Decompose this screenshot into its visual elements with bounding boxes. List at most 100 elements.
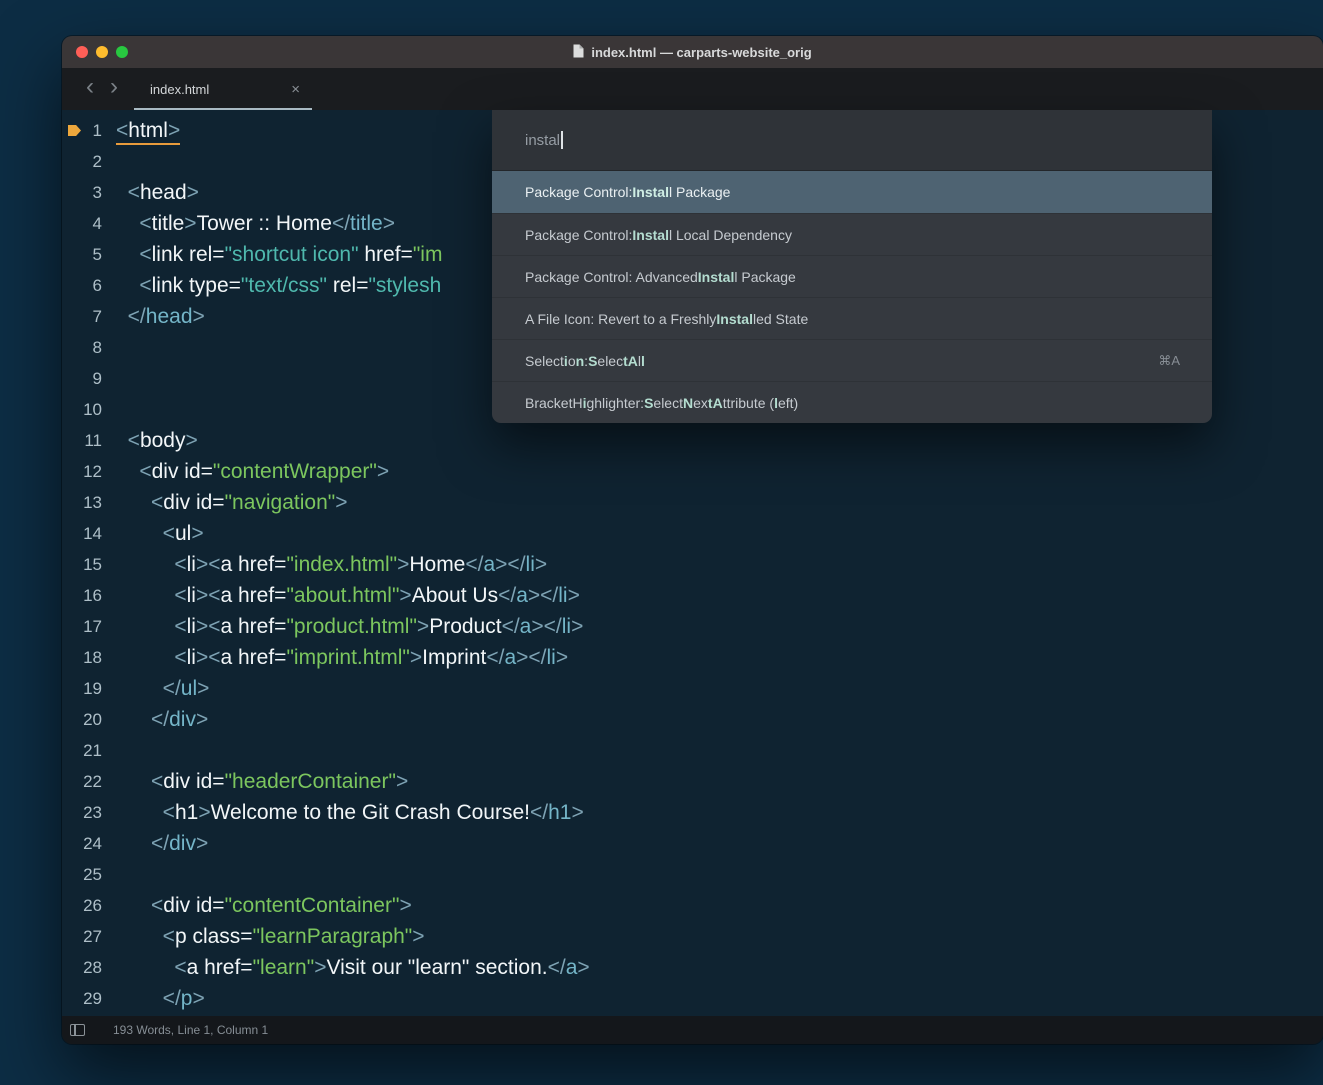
- match-highlight-text: n: [576, 353, 585, 369]
- code-line[interactable]: 28 <a href="learn">Visit our "learn" sec…: [62, 952, 1323, 983]
- tab-index-html[interactable]: index.html ×: [134, 68, 312, 110]
- code-line[interactable]: 11 <body>: [62, 425, 1323, 456]
- line-number: 12: [62, 456, 116, 487]
- line-number: 18: [62, 642, 116, 673]
- traffic-lights: [76, 46, 128, 58]
- code-line[interactable]: 24 </div>: [62, 828, 1323, 859]
- history-nav: ‹ ›: [62, 68, 134, 110]
- code-line-text: <html>: [116, 115, 180, 146]
- code-line[interactable]: 29 </p>: [62, 983, 1323, 1014]
- palette-item-text: Select: [525, 353, 564, 369]
- code-line[interactable]: 23 <h1>Welcome to the Git Crash Course!<…: [62, 797, 1323, 828]
- match-highlight-text: S: [588, 353, 597, 369]
- palette-item-text: elect: [653, 395, 683, 411]
- code-line-text: <p class="learnParagraph">: [116, 921, 425, 952]
- code-line-text: </ul>: [116, 673, 209, 704]
- palette-item[interactable]: Package Control: Install Local Dependenc…: [492, 213, 1212, 255]
- code-line-text: <li><a href="product.html">Product</a></…: [116, 611, 583, 642]
- tab-bar: ‹ › index.html ×: [62, 68, 1323, 110]
- code-line[interactable]: 14 <ul>: [62, 518, 1323, 549]
- line-number: 16: [62, 580, 116, 611]
- code-line-text: </head>: [116, 301, 205, 332]
- code-line-text: <li><a href="index.html">Home</a></li>: [116, 549, 547, 580]
- match-highlight-text: A: [628, 353, 638, 369]
- zoom-button[interactable]: [116, 46, 128, 58]
- code-line[interactable]: 20 </div>: [62, 704, 1323, 735]
- code-line[interactable]: 21: [62, 735, 1323, 766]
- palette-item[interactable]: Package Control: Install Package: [492, 171, 1212, 213]
- code-line-text: <head>: [116, 177, 199, 208]
- line-number: 15: [62, 549, 116, 580]
- title-bar[interactable]: index.html — carparts-website_orig: [62, 36, 1323, 68]
- code-line[interactable]: 19 </ul>: [62, 673, 1323, 704]
- match-highlight-text: Instal: [632, 184, 669, 200]
- palette-query-text: instal: [525, 132, 560, 149]
- bookmark-icon: [68, 125, 81, 136]
- minimize-button[interactable]: [96, 46, 108, 58]
- palette-item[interactable]: BracketHighlighter: Select Next Attribut…: [492, 381, 1212, 423]
- code-line[interactable]: 22 <div id="headerContainer">: [62, 766, 1323, 797]
- palette-item-text: A File Icon: Revert to a Freshly: [525, 311, 716, 327]
- palette-search-input[interactable]: instal: [492, 110, 1212, 171]
- window-title: index.html — carparts-website_orig: [591, 45, 811, 60]
- match-highlight-text: Instal: [632, 227, 669, 243]
- line-number: 20: [62, 704, 116, 735]
- line-number: 11: [62, 425, 116, 456]
- line-number: 13: [62, 487, 116, 518]
- palette-item-text: eft): [778, 395, 798, 411]
- close-button[interactable]: [76, 46, 88, 58]
- code-line-text: [116, 146, 122, 177]
- line-number: 26: [62, 890, 116, 921]
- line-number: 29: [62, 983, 116, 1014]
- code-line-text: [116, 859, 122, 890]
- palette-item-text: o: [568, 353, 576, 369]
- palette-item[interactable]: Package Control: Advanced Install Packag…: [492, 255, 1212, 297]
- code-line-text: <a href="learn">Visit our "learn" sectio…: [116, 952, 590, 983]
- code-line-text: <div id="navigation">: [116, 487, 348, 518]
- code-line[interactable]: 15 <li><a href="index.html">Home</a></li…: [62, 549, 1323, 580]
- code-line-text: </p>: [116, 983, 205, 1014]
- palette-item[interactable]: A File Icon: Revert to a Freshly Install…: [492, 297, 1212, 339]
- line-number: 3: [62, 177, 116, 208]
- window-title-group: index.html — carparts-website_orig: [573, 44, 811, 61]
- shortcut-label: ⌘A: [1158, 353, 1192, 369]
- code-line-text: <link rel="shortcut icon" href="im: [116, 239, 442, 270]
- line-number: 8: [62, 332, 116, 363]
- text-cursor: [561, 131, 563, 149]
- code-line[interactable]: 26 <div id="contentContainer">: [62, 890, 1323, 921]
- forward-icon[interactable]: ›: [110, 75, 118, 99]
- palette-item-text: ex: [693, 395, 708, 411]
- line-number: 9: [62, 363, 116, 394]
- line-number: 28: [62, 952, 116, 983]
- code-line-text: <body>: [116, 425, 198, 456]
- code-line-text: <link type="text/css" rel="stylesh: [116, 270, 441, 301]
- code-line-text: [116, 394, 122, 425]
- status-text: 193 Words, Line 1, Column 1: [113, 1023, 268, 1037]
- line-number: 6: [62, 270, 116, 301]
- line-number: 21: [62, 735, 116, 766]
- back-icon[interactable]: ‹: [86, 75, 94, 99]
- palette-item-text: ttribute (: [723, 395, 774, 411]
- code-line[interactable]: 17 <li><a href="product.html">Product</a…: [62, 611, 1323, 642]
- palette-item[interactable]: Selection: Select All⌘A: [492, 339, 1212, 381]
- code-line[interactable]: 13 <div id="navigation">: [62, 487, 1323, 518]
- code-line[interactable]: 27 <p class="learnParagraph">: [62, 921, 1323, 952]
- panel-toggle-icon[interactable]: [70, 1024, 85, 1036]
- palette-item-text: Package Control: Advanced: [525, 269, 698, 285]
- palette-item-text: BracketH: [525, 395, 583, 411]
- match-highlight-text: A: [713, 395, 723, 411]
- line-number: 22: [62, 766, 116, 797]
- code-line[interactable]: 25: [62, 859, 1323, 890]
- code-line[interactable]: 16 <li><a href="about.html">About Us</a>…: [62, 580, 1323, 611]
- code-line[interactable]: 12 <div id="contentWrapper">: [62, 456, 1323, 487]
- line-number: 7: [62, 301, 116, 332]
- match-highlight-text: Instal: [698, 269, 735, 285]
- code-line[interactable]: 18 <li><a href="imprint.html">Imprint</a…: [62, 642, 1323, 673]
- code-line-text: <h1>Welcome to the Git Crash Course!</h1…: [116, 797, 584, 828]
- tab-close-icon[interactable]: ×: [291, 81, 300, 98]
- line-number: 10: [62, 394, 116, 425]
- code-line-text: [116, 332, 122, 363]
- match-highlight-text: l: [641, 353, 645, 369]
- status-bar: 193 Words, Line 1, Column 1: [62, 1016, 1323, 1044]
- code-line-text: <ul>: [116, 518, 204, 549]
